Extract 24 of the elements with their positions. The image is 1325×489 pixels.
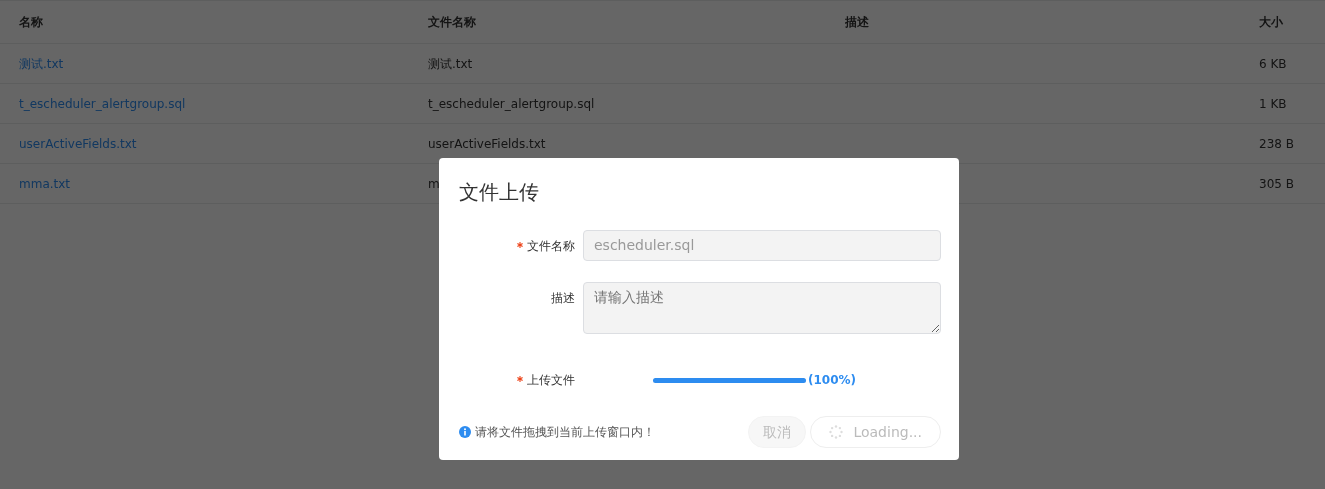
- file-link[interactable]: t_escheduler_alertgroup.sql: [19, 94, 186, 113]
- table-cell-text: 6 KB: [1259, 55, 1287, 73]
- table-cell-text: t_escheduler_alertgroup.sql: [428, 95, 595, 113]
- table-cell-text: m: [428, 175, 440, 193]
- field-label: 文件名称: [527, 239, 575, 253]
- file-link[interactable]: mma.txt: [19, 174, 71, 193]
- dialog-title: 文件上传: [459, 180, 540, 204]
- spinner-icon: [829, 425, 844, 439]
- progress-reading: (100%): [808, 372, 857, 389]
- file-link[interactable]: userActiveFields.txt: [19, 134, 137, 153]
- hint-text: 请将文件拖拽到当前上传窗口内！: [475, 424, 655, 441]
- column-header: 描述: [845, 14, 869, 31]
- table-cell-text: 238 B: [1259, 135, 1294, 153]
- column-header: 大小: [1259, 14, 1283, 31]
- info-icon: [459, 426, 471, 438]
- field-label: 上传文件: [527, 373, 575, 387]
- field-label: 描述: [551, 291, 575, 305]
- column-header: 文件名称: [428, 14, 476, 31]
- table-cell-text: userActiveFields.txt: [428, 135, 546, 153]
- column-header: 名称: [19, 14, 43, 31]
- file-link[interactable]: 测试.txt: [19, 54, 64, 73]
- table-cell-text: 305 B: [1259, 175, 1294, 193]
- table-cell-text: 测试.txt: [428, 55, 473, 73]
- table-cell-text: 1 KB: [1259, 95, 1287, 113]
